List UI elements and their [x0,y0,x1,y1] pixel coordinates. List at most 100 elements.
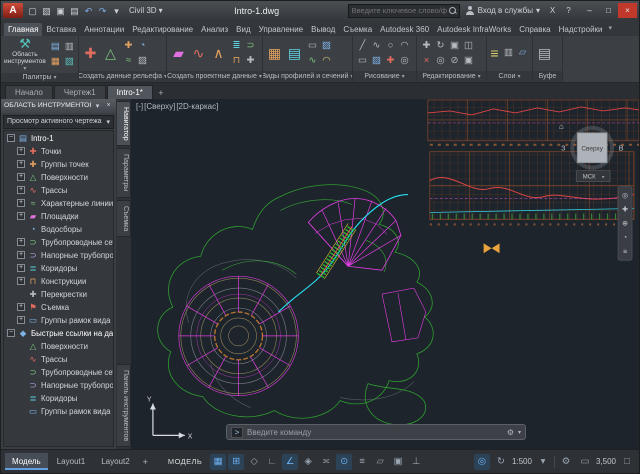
tree-item-ds-alignments[interactable]: ∿Трассы [4,353,113,366]
section-view-icon[interactable]: ▤ [286,38,303,68]
panel-label-draw[interactable]: Рисование▾ [353,71,416,82]
command-customize-icon[interactable]: ⚙ [507,428,514,437]
tree-item-sites[interactable]: +▰Площадки [4,210,113,223]
annotation-visibility-icon[interactable]: ◎ [474,454,490,470]
tree-item-catchments[interactable]: ◔Водосборы [4,223,113,236]
panel-label-design-data[interactable]: Создать проектные данные▾ [167,71,262,82]
tool-palettes-icon[interactable]: ▥ [63,40,76,54]
compass-east-label[interactable]: В [619,146,624,153]
circle-icon[interactable]: ○ [384,39,397,53]
clean-screen-icon[interactable]: □ [619,454,635,470]
expand-icon[interactable]: + [17,316,25,324]
new-layout-icon[interactable]: + [139,457,152,467]
tree-item-corridors[interactable]: +≣Коридоры [4,262,113,275]
tree-item-feature-lines[interactable]: +≈Характерные линии [4,197,113,210]
tab-survey[interactable]: Съемка [117,200,131,237]
annotation-scale[interactable]: 1:500 [512,457,532,466]
tab-output[interactable]: Вывод [307,23,339,36]
sample-line-icon[interactable]: ▭ [306,39,319,53]
tree-item-alignments[interactable]: +∿Трассы [4,184,113,197]
model-space[interactable]: Y X Сверху З В ⌂ МСК ▾ [131,99,639,449]
tab-modify[interactable]: Редактирование [128,23,197,36]
rotate-icon[interactable]: ↻ [434,39,447,53]
tab-toolbox[interactable]: Панель инструментов [117,364,131,447]
maximize-button[interactable]: □ [599,3,618,18]
point-groups-icon[interactable]: ✚ [122,39,135,53]
tree-item-pressure-networks[interactable]: +⊃Напорные трубопроводы [4,249,113,262]
layout-tab-layout2[interactable]: Layout2 [94,453,136,470]
model-space-label[interactable]: МОДЕЛЬ [168,457,202,466]
open-file-icon[interactable]: ▧ [40,4,53,18]
design-center-icon[interactable]: ▧ [63,55,76,69]
search-input[interactable] [352,6,447,15]
viewport-style-control[interactable]: [2D-каркас] [176,102,218,111]
object-snap-tracking-icon[interactable]: ≍ [318,454,334,470]
polyline-icon[interactable]: ∿ [370,39,383,53]
lineweight-icon[interactable]: ≡ [354,454,370,470]
panel-label-palettes[interactable]: Палитры▾ [1,73,78,82]
file-tab-intro1[interactable]: Intro-1* [107,85,153,99]
layers-icon[interactable]: ≡ [490,38,499,68]
qat-dropdown-icon[interactable]: ▾ [110,4,123,18]
grid-toggle-icon[interactable]: ▦ [210,454,226,470]
orbit-icon[interactable]: ◔ [623,234,627,241]
expand-icon[interactable]: + [17,212,25,220]
redo-icon[interactable]: ↷ [96,4,109,18]
array-icon[interactable]: ▣ [462,54,475,68]
scale-dropdown-icon[interactable]: ▾ [535,454,551,470]
plot-icon[interactable]: ▤ [68,4,81,18]
tree-item-ds-pipe-networks[interactable]: ⊃Трубопроводные сети [4,366,113,379]
tree-item-data-shortcuts[interactable]: −◆Быстрые ссылки на данные [4,327,113,340]
new-file-icon[interactable]: ▢ [26,4,39,18]
tab-addins[interactable]: Надстройки [555,23,607,36]
dynamic-ucs-icon[interactable]: ⊥ [408,454,424,470]
home-icon[interactable]: ⌂ [559,122,564,131]
layout-tab-model[interactable]: Модель [5,453,48,470]
palette-close-icon[interactable]: × [104,102,113,109]
tab-help[interactable]: Справка [515,23,554,36]
expand-icon[interactable]: + [17,303,25,311]
save-icon[interactable]: ▣ [54,4,67,18]
properties-palette-icon[interactable]: ▤ [49,40,62,54]
search-icon[interactable] [449,7,456,14]
viewport-menu-control[interactable]: [-] [136,102,143,111]
sheet-set-icon[interactable]: ▦ [49,55,62,69]
autocad-logo-icon[interactable]: A [3,3,23,18]
active-drawing-view-select[interactable]: Просмотр активного чертежа ▾ [3,115,114,129]
erase-icon[interactable]: × [420,54,433,68]
navbar-menu-icon[interactable]: ≡ [623,248,627,255]
expand-icon[interactable]: + [17,277,25,285]
tab-view[interactable]: Вид [232,23,254,36]
intersection-icon[interactable]: ✚ [244,54,257,68]
file-tab-start[interactable]: Начало [5,85,53,99]
tree-item-points[interactable]: +✚Точки [4,145,113,158]
tab-settings[interactable]: Параметры [117,148,131,197]
new-tab-icon[interactable]: + [154,88,168,99]
snap-toggle-icon[interactable]: ⊞ [228,454,244,470]
tree-item-point-groups[interactable]: +✚Группы точек [4,158,113,171]
tree-item-surfaces[interactable]: +△Поверхности [4,171,113,184]
tree-item-assemblies[interactable]: +⊓Конструкции [4,275,113,288]
assembly-icon[interactable]: ⊓ [230,54,243,68]
offset-icon[interactable]: ◎ [434,54,447,68]
polar-tracking-icon[interactable]: ∠ [282,454,298,470]
feature-line-icon[interactable]: ≈ [122,54,135,68]
pan-icon[interactable]: ✚ [622,205,628,213]
panel-label-modify[interactable]: Редактирование▾ [417,71,486,82]
compass-west-label[interactable]: З [561,146,565,153]
tab-autodesk360[interactable]: Autodesk 360 [376,23,433,36]
expand-icon[interactable]: + [17,160,25,168]
exchange-apps-icon[interactable]: X [546,4,559,17]
panel-label-layers[interactable]: Слои▾ [487,71,532,82]
selection-cycling-icon[interactable]: ▣ [390,454,406,470]
transparency-icon[interactable]: ▱ [372,454,388,470]
tree-item-ds-corridors[interactable]: ≣Коридоры [4,392,113,405]
minimize-button[interactable]: – [580,3,599,18]
command-history-icon[interactable]: ▾ [518,429,521,436]
surfaces-tool-icon[interactable]: △ [102,38,119,68]
workspace-switcher[interactable]: Civil 3D ▾ [126,6,166,15]
file-tab-drawing1[interactable]: Чертеж1 [54,85,106,99]
expand-icon[interactable]: + [17,251,25,259]
navigation-bar[interactable]: ◎ ✚ ⊕ ◔ ≡ [618,186,632,260]
tree-item-intersections[interactable]: ✚Перекрестки [4,288,113,301]
